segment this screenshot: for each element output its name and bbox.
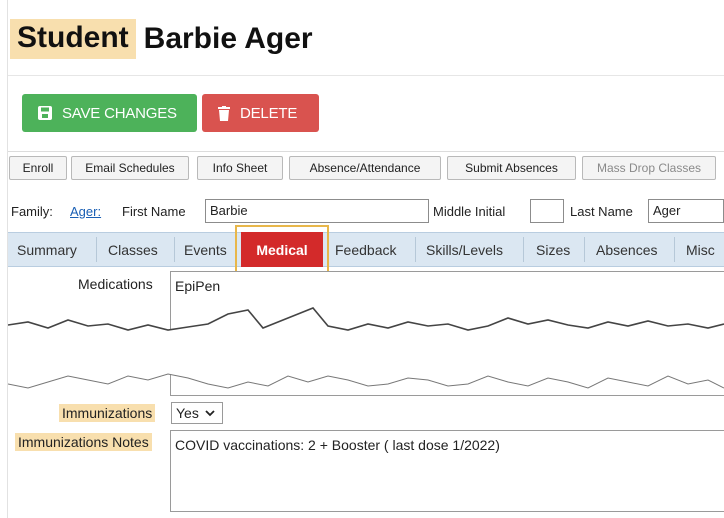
immunizations-select[interactable]: Yes: [171, 402, 223, 424]
trash-icon: [218, 105, 230, 121]
chevron-down-icon: [205, 409, 215, 417]
divider: [8, 75, 724, 76]
delete-label: DELETE: [240, 104, 298, 122]
tab-classes[interactable]: Classes: [108, 233, 158, 266]
save-icon: [38, 106, 52, 120]
immunizations-notes-textarea[interactable]: COVID vaccinations: 2 + Booster ( last d…: [170, 430, 724, 512]
tab-absences[interactable]: Absences: [596, 233, 657, 266]
tab-bar: Summary Classes Events Feedback Skills/L…: [8, 232, 724, 267]
tab-misc[interactable]: Misc: [686, 233, 715, 266]
submit-absences-button[interactable]: Submit Absences: [447, 156, 576, 180]
tab-separator: [674, 237, 675, 262]
divider: [8, 151, 724, 152]
middle-initial-label: Middle Initial: [433, 204, 506, 219]
student-name: Barbie Ager: [143, 22, 313, 55]
immunizations-label: Immunizations: [59, 404, 156, 422]
email-schedules-button[interactable]: Email Schedules: [71, 156, 189, 180]
family-link[interactable]: Ager:: [70, 204, 101, 219]
last-name-input[interactable]: Ager: [648, 199, 724, 223]
tab-events[interactable]: Events: [184, 233, 227, 266]
title-word: Student: [10, 19, 136, 59]
tab-separator: [523, 237, 524, 262]
tab-separator: [584, 237, 585, 262]
info-sheet-button[interactable]: Info Sheet: [197, 156, 283, 180]
torn-edge-overlay: [8, 307, 724, 389]
delete-button[interactable]: DELETE: [202, 94, 319, 132]
first-name-input[interactable]: Barbie: [205, 199, 429, 223]
tab-separator: [174, 237, 175, 262]
immunizations-selected: Yes: [176, 405, 199, 421]
enroll-button[interactable]: Enroll: [9, 156, 67, 180]
immunizations-notes-label: Immunizations Notes: [15, 433, 152, 451]
middle-initial-input[interactable]: [530, 199, 564, 223]
tab-skills-levels[interactable]: Skills/Levels: [426, 233, 503, 266]
page-title: Student Barbie Ager: [10, 14, 313, 64]
tab-feedback[interactable]: Feedback: [335, 233, 396, 266]
tab-summary[interactable]: Summary: [17, 233, 77, 266]
family-label: Family:: [11, 204, 53, 219]
medications-label: Medications: [78, 276, 153, 292]
first-name-label: First Name: [122, 204, 186, 219]
absence-attendance-button[interactable]: Absence/Attendance: [289, 156, 441, 180]
save-changes-button[interactable]: SAVE CHANGES: [22, 94, 197, 132]
mass-drop-classes-button[interactable]: Mass Drop Classes: [582, 156, 716, 180]
tab-separator: [96, 237, 97, 262]
tab-sizes[interactable]: Sizes: [536, 233, 570, 266]
tab-separator: [415, 237, 416, 262]
save-changes-label: SAVE CHANGES: [62, 104, 177, 122]
last-name-label: Last Name: [570, 204, 633, 219]
tab-medical[interactable]: Medical: [241, 232, 323, 267]
